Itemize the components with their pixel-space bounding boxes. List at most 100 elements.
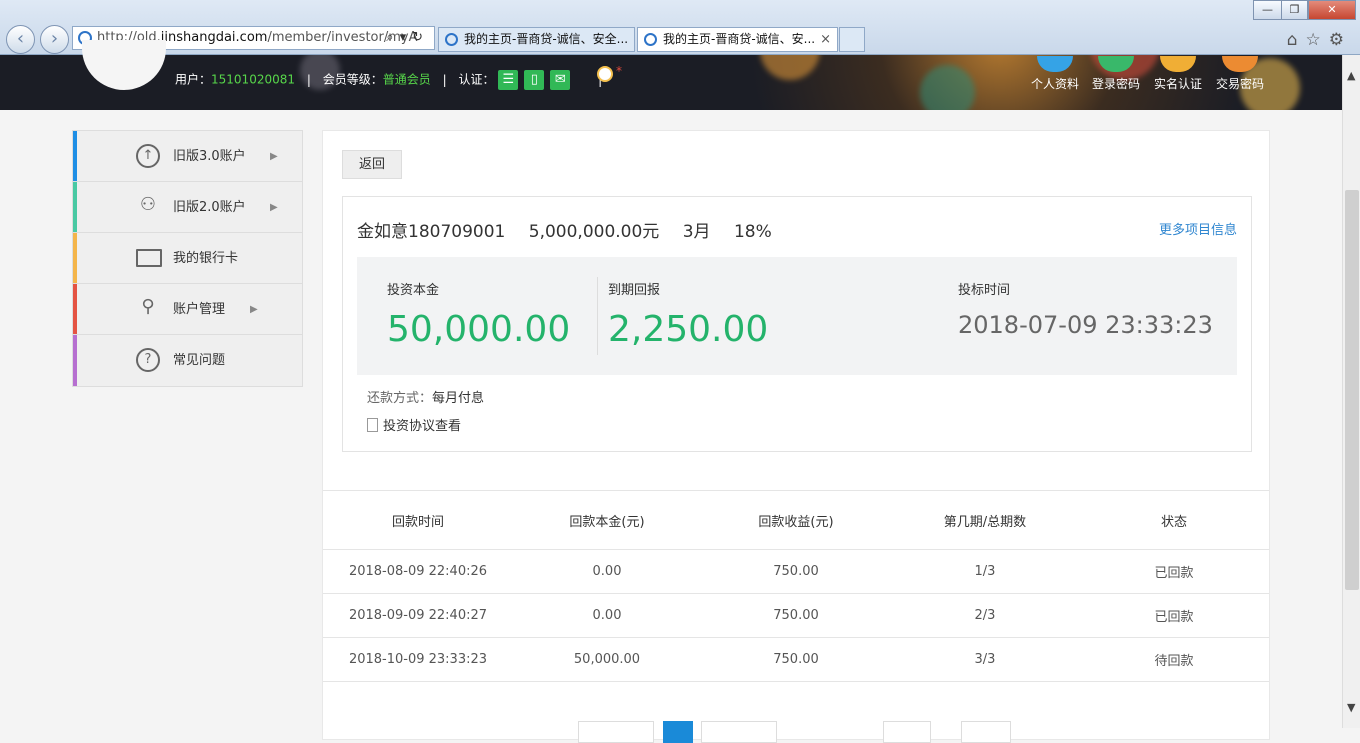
sidebar-item-bank-card[interactable]: 我的银行卡 (73, 233, 302, 284)
table-cell: 2018-08-09 22:40:26 (348, 564, 488, 579)
repay-label: 还款方式： (367, 391, 433, 406)
user-info-strip: 用户：15101020081 | 会员等级：普通会员 | 认证： ☰▯✉ | (175, 70, 602, 90)
quick-link-trade-password[interactable]: 交易密码 (1205, 56, 1275, 92)
page-scrollbar[interactable]: ▲ ▼ (1342, 55, 1360, 728)
ie-page-icon (644, 33, 657, 46)
users-icon: ⚇ (139, 194, 157, 215)
table-cell: 50,000.00 (573, 652, 641, 667)
tab-title: 我的主页-晋商贷-诚信、安... (663, 32, 816, 46)
quick-link-label: 个人资料 (1030, 77, 1079, 91)
bid-time-label: 投标时间 (958, 283, 1011, 298)
accent-bar (73, 335, 77, 386)
profile-icon (1037, 56, 1073, 72)
notification-star-icon: * (616, 64, 622, 78)
table-cell: 750.00 (773, 652, 819, 667)
scrollbar-thumb[interactable] (1345, 190, 1359, 590)
agreement-link[interactable]: 投资协议查看 (367, 415, 461, 434)
more-project-info-link[interactable]: 更多项目信息 (1159, 219, 1237, 238)
table-cell: 2018-09-09 22:40:27 (348, 608, 488, 623)
column-header: 回款时间 (391, 514, 444, 530)
back-button[interactable]: 返回 (342, 150, 402, 179)
quick-link-label: 实名认证 (1153, 77, 1202, 91)
new-tab-button[interactable] (839, 27, 865, 52)
pager-jump-input[interactable] (883, 721, 931, 743)
quick-link-realname[interactable]: 实名认证 (1143, 56, 1213, 92)
product-name: 金如意180709001 (357, 222, 506, 242)
quick-link-label: 登录密码 (1091, 77, 1140, 91)
sidebar-item-faq[interactable]: ? 常见问题 (73, 335, 302, 386)
quick-link-login-password[interactable]: 登录密码 (1081, 56, 1151, 92)
sidebar-item-v3-account[interactable]: ↑ 旧版3.0账户 ▶ (73, 131, 302, 182)
close-window-icon[interactable]: ✕ (1308, 0, 1356, 20)
table-cell: 750.00 (773, 608, 819, 623)
phone-verify-icon[interactable]: ▯ (524, 70, 545, 90)
divider (597, 277, 598, 355)
browser-tab[interactable]: 我的主页-晋商贷-诚信、安全... (438, 27, 635, 52)
table-row: 2018-09-09 22:40:27 0.00 750.00 2/3 已回款 (323, 594, 1269, 638)
bank-card-icon (136, 249, 162, 267)
shield-icon (1222, 56, 1258, 72)
browser-tab-active[interactable]: 我的主页-晋商贷-诚信、安... × (637, 27, 838, 52)
table-row: 2018-08-09 22:40:26 0.00 750.00 1/3 已回款 (323, 550, 1269, 594)
table-cell: 750.00 (773, 564, 819, 579)
email-verify-icon[interactable]: ✉ (550, 70, 571, 90)
back-nav-icon[interactable]: ‹ (6, 25, 35, 54)
arrow-up-circle-icon: ↑ (136, 144, 160, 168)
quick-link-label: 交易密码 (1215, 77, 1264, 91)
sidebar-item-account-management[interactable]: ⚲ 账户管理 ▶ (73, 284, 302, 335)
table-cell: 0.00 (592, 608, 622, 623)
address-tools-icon[interactable]: ⌕▾↻ (386, 27, 429, 49)
principal-label: 投资本金 (387, 283, 440, 298)
accent-bar (73, 182, 77, 232)
table-row: 2018-10-09 23:33:23 50,000.00 750.00 3/3… (323, 638, 1269, 682)
main-panel: 返回 金如意180709001 5,000,000.00元 3月 18% 更多项… (322, 130, 1270, 743)
question-circle-icon: ? (136, 348, 160, 372)
product-amount: 5,000,000.00元 (528, 222, 660, 242)
id-card-icon (1160, 56, 1196, 72)
sidebar-item-label: 账户管理 (173, 302, 226, 317)
return-value: 2,250.00 (608, 309, 769, 350)
pager-go-button[interactable] (961, 721, 1011, 743)
pager-prev-button[interactable] (578, 721, 654, 743)
quick-link-profile[interactable]: 个人资料 (1020, 56, 1090, 92)
caret-right-icon: ▶ (250, 304, 258, 315)
browser-toolbar-icons[interactable]: ⌂☆⚙ (1287, 30, 1352, 50)
table-cell: 1/3 (974, 564, 996, 579)
caret-right-icon: ▶ (270, 202, 278, 213)
close-tab-icon[interactable]: × (820, 28, 831, 51)
column-header: 回款收益(元) (758, 514, 834, 530)
tab-title: 我的主页-晋商贷-诚信、安全... (464, 32, 629, 46)
alarm-clock-icon[interactable] (597, 66, 613, 82)
forward-nav-icon[interactable]: › (40, 25, 69, 54)
table-cell: 已回款 (1154, 566, 1194, 581)
id-verify-icon[interactable]: ☰ (498, 70, 519, 90)
scroll-up-icon[interactable]: ▲ (1347, 69, 1355, 82)
member-level: 普通会员 (382, 72, 431, 87)
repayment-method: 还款方式：每月付息 (367, 387, 484, 406)
investment-info-box: 金如意180709001 5,000,000.00元 3月 18% 更多项目信息… (342, 196, 1252, 452)
column-header: 状态 (1160, 514, 1187, 530)
sidebar-item-label: 旧版2.0账户 (173, 200, 246, 215)
document-icon (367, 418, 378, 432)
column-header: 回款本金(元) (569, 514, 645, 530)
minimize-icon[interactable]: — (1253, 0, 1282, 20)
sidebar-item-label: 我的银行卡 (173, 251, 239, 266)
user-label: 用户： (175, 72, 212, 87)
table-cell: 2018-10-09 23:33:23 (348, 652, 488, 667)
pager-current-page[interactable] (663, 721, 693, 743)
table-cell: 0.00 (592, 564, 622, 579)
scroll-down-icon[interactable]: ▼ (1347, 701, 1355, 714)
restore-icon[interactable]: ❐ (1281, 0, 1308, 20)
separator: | (442, 72, 447, 87)
table-header: 回款时间 回款本金(元) 回款收益(元) 第几期/总期数 状态 (323, 491, 1269, 550)
repayment-table: 回款时间 回款本金(元) 回款收益(元) 第几期/总期数 状态 2018-08-… (323, 490, 1269, 682)
bokeh-light (920, 65, 975, 110)
sidebar: ↑ 旧版3.0账户 ▶ ⚇ 旧版2.0账户 ▶ 我的银行卡 ⚲ 账户管理 ▶ ?… (72, 130, 303, 387)
verify-label: 认证： (458, 72, 495, 87)
sidebar-item-v2-account[interactable]: ⚇ 旧版2.0账户 ▶ (73, 182, 302, 233)
accent-bar (73, 233, 77, 283)
pager-next-button[interactable] (701, 721, 777, 743)
caret-right-icon: ▶ (270, 151, 278, 162)
product-rate: 18% (733, 222, 772, 242)
return-label: 到期回报 (608, 283, 661, 298)
